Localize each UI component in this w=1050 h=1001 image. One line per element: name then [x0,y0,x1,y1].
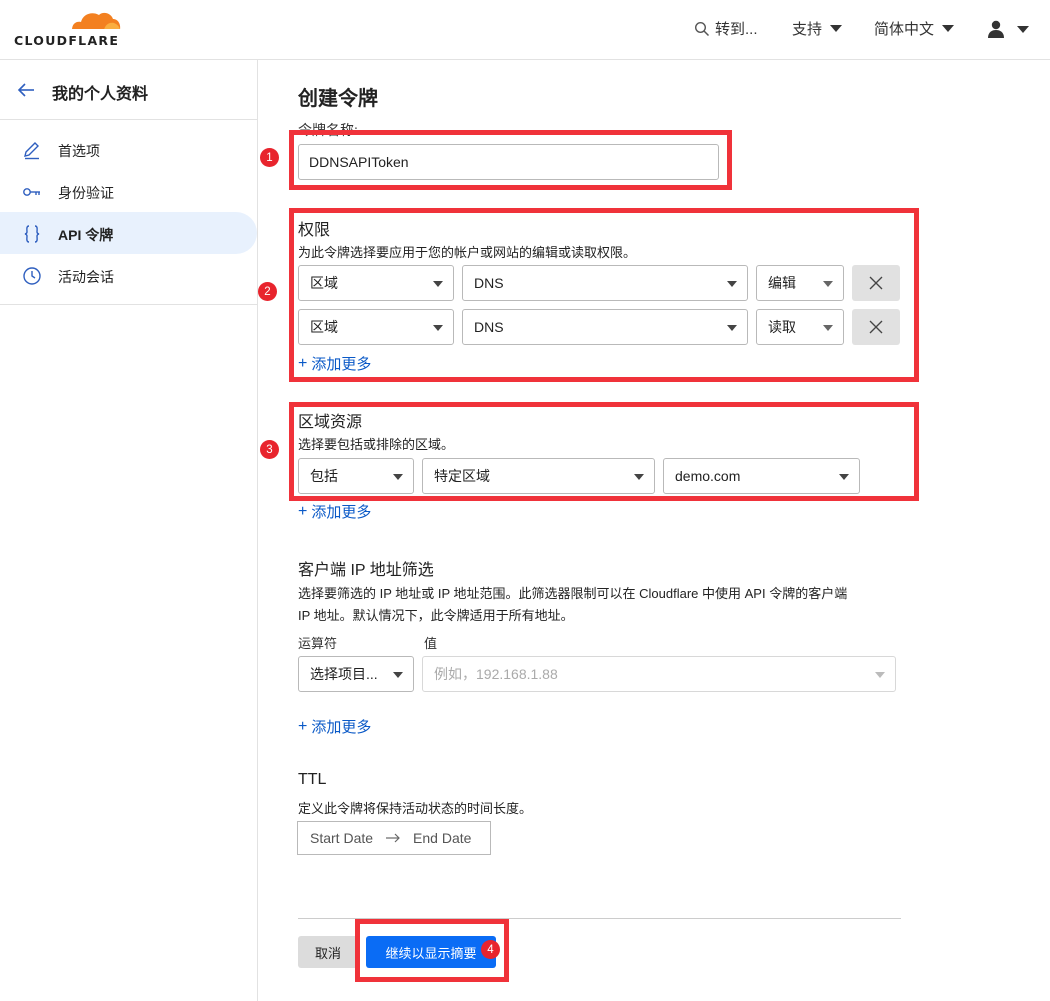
step-badge: 4 [481,940,500,959]
cloudflare-logo[interactable]: CLOUDFLARE [14,8,124,48]
top-header: CLOUDFLARE 转到... 支持 简体中文 [0,0,1050,60]
goto-button[interactable]: 转到... [694,18,758,39]
chevron-down-icon [1017,25,1029,33]
highlight-box [289,208,919,382]
language-label: 简体中文 [874,21,935,38]
step-badge: 3 [260,440,279,459]
add-zone-link[interactable]: + 添加更多 [298,501,371,522]
ttl-title: TTL [298,771,327,788]
user-menu[interactable] [986,19,1029,39]
sidebar-item-label: 首选项 [58,143,100,159]
sidebar: 我的个人资料 首选项 身份验证 API 令牌 活动会话 [0,60,258,1001]
sidebar-divider [0,304,257,305]
sidebar-title: 我的个人资料 [52,86,149,103]
highlight-box [289,402,919,501]
goto-label: 转到... [715,21,758,38]
user-icon [988,20,1004,38]
key-icon [23,188,40,196]
ip-filter-title: 客户端 IP 地址筛选 [298,562,434,579]
page-title: 创建令牌 [298,88,378,110]
ip-filter-description: 选择要筛选的 IP 地址或 IP 地址范围。此筛选器限制可以在 Cloudfla… [298,586,848,601]
plus-icon: + [298,717,308,735]
sidebar-item-label: 活动会话 [58,269,114,285]
sidebar-item-label: API 令牌 [58,227,114,243]
chevron-down-icon [942,25,955,32]
add-more-label: 添加更多 [311,504,372,521]
add-more-label: 添加更多 [311,719,372,736]
cancel-button[interactable]: 取消 [298,936,358,968]
add-ip-filter-link[interactable]: + 添加更多 [298,716,371,737]
step-badge: 1 [260,148,279,167]
support-menu[interactable]: 支持 [792,18,843,39]
ip-value-select[interactable]: 例如，192.168.1.88 [422,656,896,692]
logo-wordmark: CLOUDFLARE [14,33,120,48]
sidebar-header: 我的个人资料 [0,60,257,120]
sidebar-item-active-sessions[interactable]: 活动会话 [0,254,257,296]
sidebar-item-authentication[interactable]: 身份验证 [0,170,257,212]
pencil-icon [24,142,39,160]
back-arrow-icon[interactable] [16,80,36,100]
start-date-input[interactable]: Start Date [310,830,373,846]
dropdown-arrow-icon [875,672,885,678]
search-icon [694,21,710,36]
sidebar-item-api-tokens[interactable]: API 令牌 [0,212,257,254]
end-date-input[interactable]: End Date [413,830,471,846]
ttl-description: 定义此令牌将保持活动状态的时间长度。 [298,801,533,816]
support-label: 支持 [792,21,823,38]
value-label: 值 [424,636,438,651]
cloud-logo-icon [70,12,122,31]
operator-label: 运算符 [298,636,338,651]
clock-icon [23,267,41,285]
dropdown-arrow-icon [393,672,403,678]
plus-icon: + [298,502,308,520]
braces-icon [24,225,40,243]
create-token-form: 创建令牌 令牌名称: DDNSAPIToken 权限 为此令牌选择要应用于您的帐… [258,60,1050,1001]
ip-filter-description: IP 地址。默认情况下，此令牌适用于所有地址。 [298,608,574,623]
sidebar-item-preferences[interactable]: 首选项 [0,128,257,170]
select-placeholder: 例如，192.168.1.88 [434,666,558,682]
highlight-box [289,130,732,190]
ttl-date-range[interactable]: Start Date End Date [297,821,491,855]
operator-select[interactable]: 选择项目... [298,656,414,692]
language-menu[interactable]: 简体中文 [874,18,955,39]
chevron-down-icon [830,25,843,32]
select-value: 选择项目... [310,666,378,682]
step-badge: 2 [258,282,277,301]
arrow-right-icon [386,833,400,843]
sidebar-item-label: 身份验证 [58,185,114,201]
